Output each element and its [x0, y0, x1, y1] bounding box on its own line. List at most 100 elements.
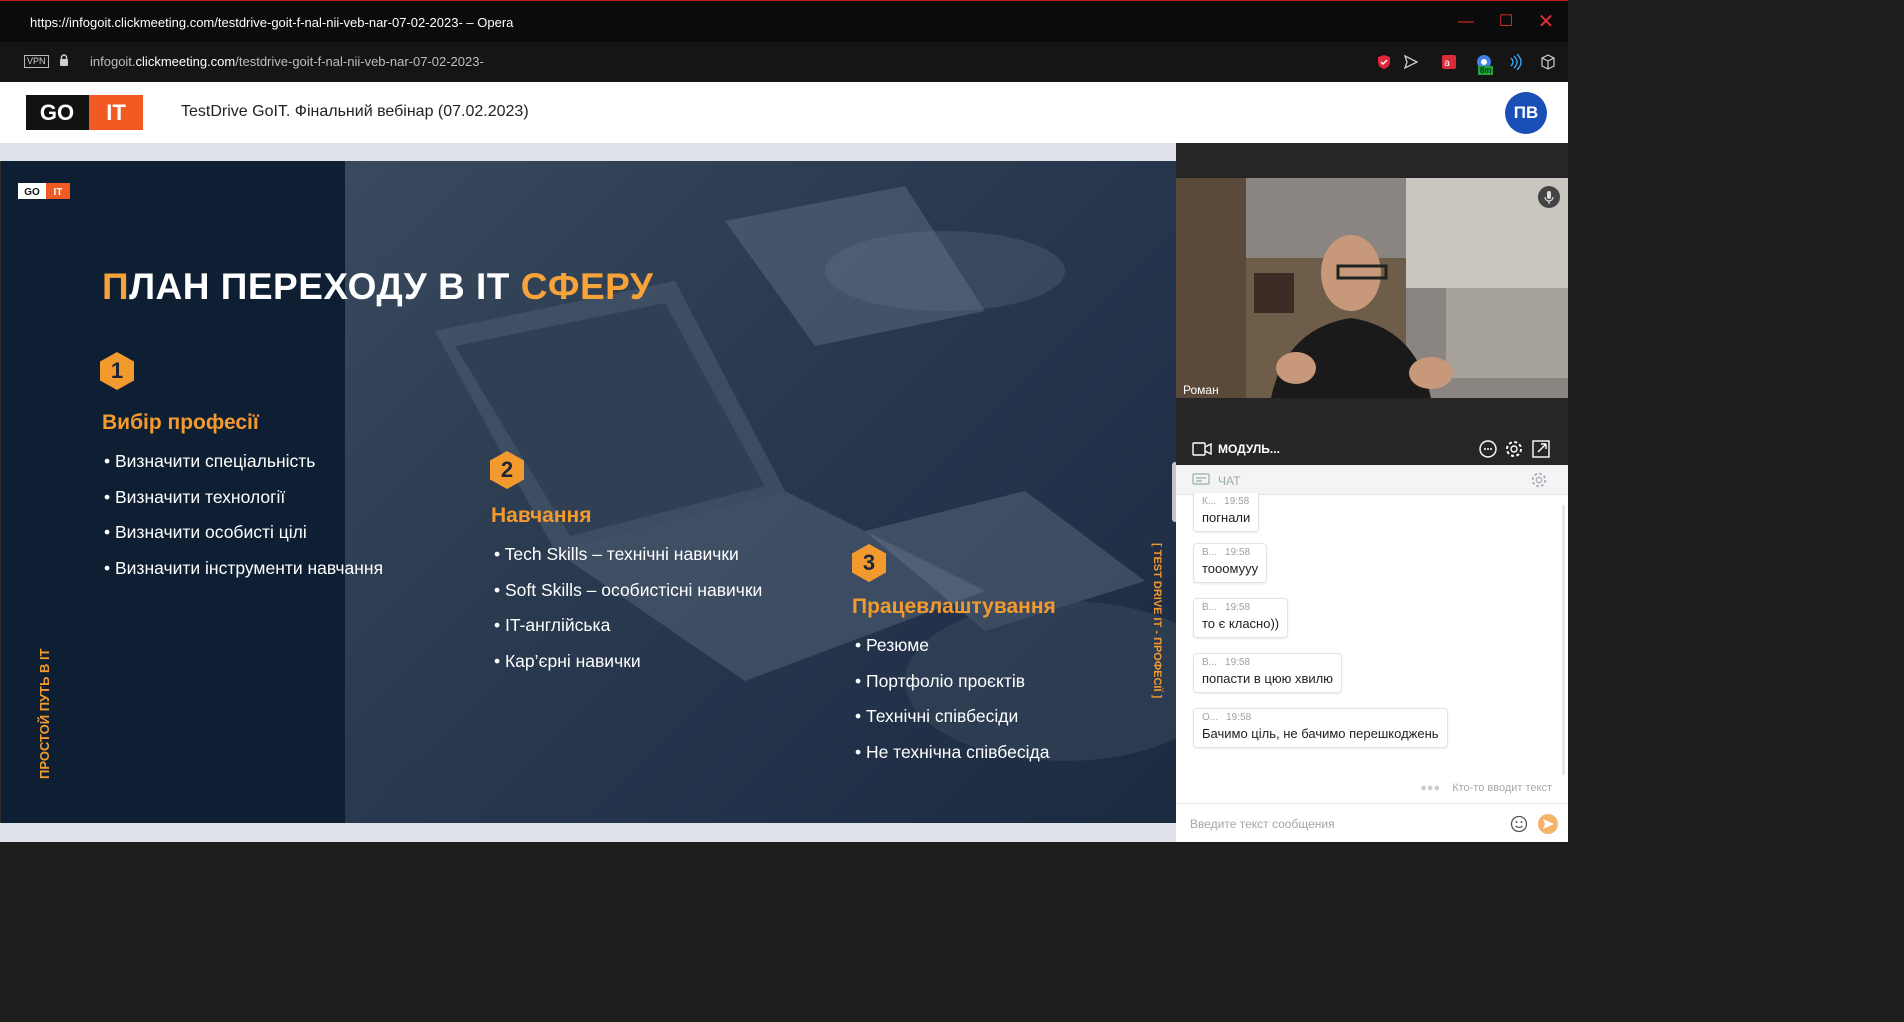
extension-badge: 8m	[1478, 66, 1494, 75]
message-author: В...	[1202, 602, 1218, 613]
box-icon[interactable]	[1540, 54, 1556, 70]
chat-icon	[1192, 473, 1210, 485]
chat-input-area	[1176, 803, 1568, 842]
step-3-heading: Працевлаштування	[852, 595, 1056, 618]
wifi-icon[interactable]	[1507, 54, 1523, 70]
message-text: погнали	[1202, 510, 1251, 525]
message-time: 19:58	[1226, 712, 1252, 723]
step-2-badge: 2	[488, 450, 526, 490]
message-author: В...	[1202, 657, 1218, 668]
minimize-icon[interactable]: —	[1452, 9, 1480, 35]
webinar-header: GO IT TestDrive GoIT. Фінальний вебінар …	[0, 82, 1568, 143]
popout-icon[interactable]	[1531, 439, 1551, 459]
modules-bar: МОДУЛЬ...	[1176, 433, 1568, 465]
url-domain: clickmeeting.com	[135, 54, 236, 69]
url-text[interactable]: infogoit.clickmeeting.com/testdrive-goit…	[90, 54, 484, 69]
camera-icon[interactable]	[1192, 442, 1212, 456]
message-time: 19:58	[1224, 496, 1250, 507]
emoji-icon[interactable]	[1510, 815, 1528, 833]
chat-header: ЧАТ	[1176, 465, 1568, 495]
slide-title: ПЛАН ПЕРЕХОДУ В IT СФЕРУ	[102, 266, 653, 308]
chat-header-label: ЧАТ	[1218, 474, 1241, 488]
vpn-badge[interactable]: VPN	[24, 55, 49, 68]
user-avatar[interactable]: ПВ	[1505, 92, 1547, 134]
presentation-slide: GO IT ПЛАН ПЕРЕХОДУ В IT СФЕРУ 1 Вибір п…	[1, 161, 1176, 823]
logo-it-text: IT	[106, 100, 126, 125]
slide-title-highlight: СФЕРУ	[520, 266, 654, 307]
step-3-list: • Резюме • Портфоліо проєктів • Технічні…	[855, 635, 1049, 778]
url-prefix: infogoit.	[90, 54, 136, 69]
message-time: 19:58	[1225, 547, 1251, 558]
message-author: К...	[1202, 496, 1217, 507]
send-icon[interactable]	[1403, 54, 1419, 70]
message-text: тооомууу	[1202, 561, 1259, 576]
step-2-number: 2	[500, 457, 514, 482]
address-bar[interactable]: VPN infogoit.clickmeeting.com/testdrive-…	[0, 42, 1568, 82]
slide-background-photo	[345, 161, 1176, 823]
slide-vertical-caption-right: [ TEST DRIVE IT - ПРОФЕСІЇ ]	[1151, 543, 1164, 699]
chat-panel: ЧАТ К... 19:58 погнали В... 19:58 тооомууу…	[1176, 465, 1568, 842]
slide-logo-go: GO	[24, 187, 40, 198]
shield-icon[interactable]	[1376, 54, 1392, 70]
chat-bubble-icon[interactable]	[1478, 439, 1498, 459]
close-icon[interactable]: ✕	[1532, 9, 1560, 35]
video-frame	[1176, 178, 1568, 398]
maximize-icon[interactable]: ☐	[1492, 9, 1520, 35]
logo-go-text: GO	[40, 100, 74, 125]
step-1-badge: 1	[98, 351, 136, 391]
slide-top-bar	[0, 143, 1176, 161]
slide-title-first-letter: П	[102, 266, 130, 307]
list-item: • Tech Skills – технічні навички	[494, 544, 739, 564]
mic-button[interactable]	[1538, 186, 1560, 208]
slide-bottom-bar	[0, 823, 1176, 842]
message-author: В...	[1202, 547, 1218, 558]
chat-message: О... 19:58 Бачимо ціль, не бачимо перешко…	[1193, 708, 1448, 748]
list-item: • Визначити інструменти навчання	[104, 558, 384, 579]
typing-indicator: ●●● Кто-то вводит текст	[1420, 782, 1552, 794]
presenter-name: Роман	[1183, 383, 1219, 397]
list-item: • Технічні співбесіди	[855, 706, 1019, 727]
step-1-heading: Вибір професії	[102, 411, 259, 434]
send-message-icon[interactable]	[1537, 813, 1559, 835]
message-time: 19:58	[1225, 657, 1251, 668]
chat-message-input[interactable]	[1190, 813, 1490, 835]
list-item: • Резюме	[855, 635, 929, 655]
chat-message: В... 19:58 тооомууу	[1193, 543, 1268, 583]
step-1-number: 1	[110, 358, 124, 383]
right-panel: Роман МОДУЛЬ... ЧАТ К... 19:58 погнали В.…	[1176, 143, 1568, 842]
translate-extension-icon[interactable]: a	[1441, 54, 1457, 70]
message-text: то є класно))	[1202, 616, 1280, 631]
url-path: /testdrive-goit-f-nal-nii-veb-nar-07-02-…	[235, 54, 484, 69]
mic-icon	[1544, 191, 1554, 204]
slide-title-middle: ЛАН ПЕРЕХОДУ В IT	[129, 266, 521, 307]
presenter-video[interactable]: Роман	[1176, 178, 1568, 398]
slide-vertical-caption-left: ПРОСТОЙ ПУТЬ В IT	[37, 648, 52, 779]
list-item: • IT-англійська	[494, 615, 611, 636]
vertical-right-text: [ TEST DRIVE IT - ПРОФЕСІЇ ]	[1151, 543, 1164, 699]
step-2-heading: Навчання	[491, 504, 592, 527]
list-item: • Визначити спеціальність	[104, 451, 316, 471]
list-item: • Визначити технології	[104, 486, 286, 507]
lock-icon[interactable]	[58, 54, 70, 66]
webinar-title: TestDrive GoIT. Фінальний вебінар (07.02…	[181, 103, 529, 120]
presentation-stage: GO IT ПЛАН ПЕРЕХОДУ В IT СФЕРУ 1 Вибір п…	[0, 143, 1176, 842]
step-3-number: 3	[862, 550, 876, 575]
gear-icon[interactable]	[1504, 439, 1524, 459]
vertical-left-text: ПРОСТОЙ ПУТЬ В IT	[37, 648, 52, 779]
list-item: • Не технічна співбесіда	[855, 742, 1050, 763]
svg-text:a: a	[1444, 58, 1450, 69]
chat-scrollbar[interactable]	[1562, 505, 1565, 775]
chat-settings-icon[interactable]	[1530, 471, 1548, 489]
typing-dots-icon: ●●●	[1420, 782, 1441, 794]
typing-text: Кто-то вводит текст	[1452, 782, 1552, 794]
chat-message: В... 19:58 попасти в цюю хвилю	[1193, 653, 1342, 693]
modules-label[interactable]: МОДУЛЬ...	[1218, 442, 1280, 456]
list-item: • Кар’єрні навички	[494, 651, 641, 672]
step-3-badge: 3	[850, 543, 888, 583]
slide-goit-logo: GO IT	[18, 183, 70, 199]
laptop-illustration	[435, 186, 1176, 761]
list-item: • Soft Skills – особистісні навички	[494, 579, 763, 600]
message-text: Бачимо ціль, не бачимо перешкоджень	[1202, 726, 1439, 741]
message-text: попасти в цюю хвилю	[1202, 671, 1333, 686]
chat-message: В... 19:58 то є класно))	[1193, 598, 1289, 638]
